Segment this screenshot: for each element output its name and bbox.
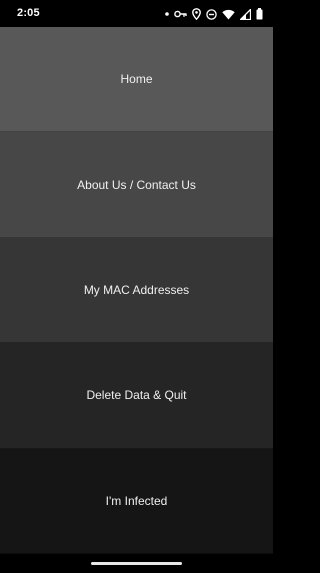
menu-item-label: Home bbox=[120, 72, 153, 87]
menu-item-home[interactable]: Home bbox=[0, 27, 273, 133]
notification-dot-icon bbox=[165, 12, 169, 16]
status-icons bbox=[165, 7, 263, 21]
menu-item-label: About Us / Contact Us bbox=[77, 177, 196, 192]
menu-item-label: My MAC Addresses bbox=[83, 282, 190, 297]
battery-icon bbox=[256, 8, 263, 20]
menu-item-label: I'm Infected bbox=[105, 493, 168, 508]
menu-item-label: Delete Data & Quit bbox=[86, 388, 187, 403]
status-bar: 2:05 bbox=[0, 0, 273, 27]
wifi-icon bbox=[222, 9, 235, 20]
menu-item-mac-addresses[interactable]: My MAC Addresses bbox=[0, 237, 273, 344]
main-menu: Home About Us / Contact Us My MAC Addres… bbox=[0, 27, 273, 554]
home-gesture-handle[interactable] bbox=[91, 562, 182, 565]
status-time: 2:05 bbox=[17, 7, 40, 19]
menu-item-infected[interactable]: I'm Infected bbox=[0, 448, 273, 554]
menu-item-delete-data-quit[interactable]: Delete Data & Quit bbox=[0, 343, 273, 449]
cell-signal-icon bbox=[240, 8, 251, 20]
location-icon bbox=[192, 8, 201, 20]
vpn-key-icon bbox=[174, 10, 187, 18]
navigation-bar bbox=[0, 554, 273, 573]
menu-item-about-contact[interactable]: About Us / Contact Us bbox=[0, 132, 273, 238]
do-not-disturb-icon bbox=[206, 8, 217, 20]
